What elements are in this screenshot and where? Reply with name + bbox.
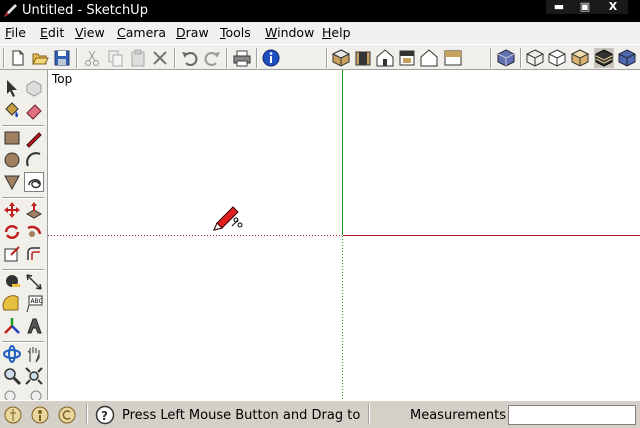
previous-view-icon[interactable] (2, 388, 22, 400)
toolbar-separator (326, 48, 328, 68)
iso-view-icon[interactable] (331, 48, 351, 68)
menu-bar: File Edit View Camera Draw Tools Window … (0, 22, 640, 44)
sketchup-app-icon (4, 4, 17, 17)
status-hint-text: Press Left Mouse Button and Drag to D (122, 408, 364, 423)
make-component-icon[interactable] (24, 78, 44, 98)
palette-separator (2, 197, 44, 199)
standard-toolbar (0, 44, 640, 70)
model-info-icon[interactable] (261, 48, 281, 68)
undo-icon[interactable] (180, 48, 200, 68)
pencil-cursor-icon (213, 206, 243, 231)
new-file-icon[interactable] (8, 48, 28, 68)
status-separator (86, 404, 88, 424)
palette-separator (2, 125, 44, 127)
rectangle-icon[interactable] (2, 128, 22, 148)
menu-camera[interactable]: Camera (117, 25, 166, 41)
zoom-extents-icon[interactable] (24, 366, 44, 386)
geo-location-icon[interactable] (3, 405, 23, 425)
line-icon[interactable] (24, 128, 44, 148)
xray-icon[interactable] (496, 48, 516, 68)
tape-measure-icon[interactable] (2, 272, 22, 292)
copy-icon[interactable] (105, 48, 125, 68)
copyright-icon[interactable] (57, 405, 77, 425)
measurements-input[interactable] (508, 405, 636, 425)
menu-window[interactable]: Window (265, 25, 314, 41)
toolbar-separator (490, 48, 492, 68)
orbit-icon[interactable] (2, 344, 22, 364)
next-view-icon[interactable] (24, 388, 44, 400)
open-icon[interactable] (30, 48, 50, 68)
offset-icon[interactable] (24, 244, 44, 264)
drawing-viewport[interactable]: Top (48, 70, 640, 400)
paint-bucket-icon[interactable] (2, 100, 22, 120)
toolbar-separator (174, 48, 176, 68)
maximize-button[interactable]: ▣ (572, 0, 598, 14)
window-title: Untitled - SketchUp (22, 3, 148, 18)
menu-help[interactable]: Help (322, 25, 351, 41)
push-pull-icon[interactable] (24, 200, 44, 220)
redo-icon[interactable] (202, 48, 222, 68)
freehand-icon[interactable] (24, 172, 44, 192)
minimize-button[interactable]: ▬ (546, 0, 572, 14)
axes-overlay (48, 70, 640, 400)
hidden-line-icon[interactable] (547, 48, 567, 68)
toolbar-separator (76, 48, 78, 68)
follow-me-icon[interactable] (24, 222, 44, 242)
3d-text-icon[interactable] (24, 316, 44, 336)
top-view-icon[interactable] (353, 48, 373, 68)
move-icon[interactable] (2, 200, 22, 220)
title-bar: Untitled - SketchUp ▬ ▣ X (0, 0, 640, 22)
text-icon[interactable]: ABC (24, 294, 44, 314)
right-view-icon[interactable] (397, 48, 417, 68)
arc-icon[interactable] (24, 150, 44, 170)
eraser-icon[interactable] (24, 100, 44, 120)
menu-edit[interactable]: Edit (40, 25, 64, 41)
help-icon[interactable]: ? (95, 405, 115, 425)
menu-tools[interactable]: Tools (220, 25, 251, 41)
front-view-icon[interactable] (375, 48, 395, 68)
measurements-label: Measurements (410, 408, 507, 423)
erase-icon[interactable] (150, 48, 170, 68)
polygon-icon[interactable] (2, 172, 22, 192)
menu-draw[interactable]: Draw (176, 25, 209, 41)
status-separator (368, 404, 370, 424)
menu-view[interactable]: View (75, 25, 105, 41)
palette-separator (2, 341, 44, 343)
axes-icon[interactable] (2, 316, 22, 336)
wireframe-icon[interactable] (525, 48, 545, 68)
toolbar-separator (520, 48, 522, 68)
close-button[interactable]: X (598, 0, 628, 14)
menu-file[interactable]: File (5, 25, 26, 41)
tools-palette: ABC (0, 70, 48, 400)
palette-separator (2, 269, 44, 271)
protractor-icon[interactable] (2, 294, 22, 314)
select-icon[interactable] (2, 78, 22, 98)
shaded-textures-icon[interactable] (594, 48, 614, 68)
cut-icon[interactable] (82, 48, 102, 68)
toolbar-grip[interactable] (3, 48, 5, 68)
zoom-icon[interactable] (2, 366, 22, 386)
save-icon[interactable] (52, 48, 72, 68)
left-view-icon[interactable] (443, 48, 463, 68)
svg-text:ABC: ABC (31, 298, 43, 305)
circle-icon[interactable] (2, 150, 22, 170)
credits-icon[interactable] (30, 405, 50, 425)
toolbar-separator (226, 48, 228, 68)
pan-icon[interactable] (24, 344, 44, 364)
svg-text:?: ? (101, 409, 108, 423)
scale-icon[interactable] (2, 244, 22, 264)
status-bar: ? Press Left Mouse Button and Drag to D … (0, 400, 640, 428)
dimension-icon[interactable] (24, 272, 44, 292)
paste-icon[interactable] (128, 48, 148, 68)
toolbar-separator (256, 48, 258, 68)
print-icon[interactable] (232, 48, 252, 68)
shaded-icon[interactable] (570, 48, 590, 68)
rotate-icon[interactable] (2, 222, 22, 242)
back-view-icon[interactable] (419, 48, 439, 68)
monochrome-icon[interactable] (617, 48, 637, 68)
